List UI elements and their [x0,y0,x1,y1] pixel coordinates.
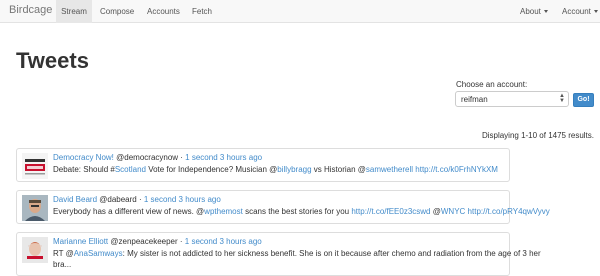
tweet-handle: @dabeard [99,195,137,204]
mention-link[interactable]: samwetherell [366,165,413,174]
brand-logo[interactable]: Birdcage [9,4,52,16]
tweet-text: RT @AnaSamways: My sister is not addicte… [53,249,541,258]
mention-link[interactable]: AnaSamways [74,249,123,258]
tweet-text-part: @ [430,207,441,216]
tweet-author-name[interactable]: David Beard [53,195,97,204]
nav-stream[interactable]: Stream [56,0,92,23]
tweet-author-name[interactable]: Democracy Now! [53,153,114,162]
nav-accounts[interactable]: Accounts [147,0,180,23]
results-summary: Displaying 1-10 of 1475 results. [481,131,594,140]
tweet-timestamp[interactable]: 1 second 3 hours ago [144,195,221,204]
tweet-text-continued: bra... [53,260,72,269]
account-select-label: Choose an account: [456,80,528,89]
tweet-text: Debate: Should #Scotland Vote for Indepe… [53,165,498,174]
mention-link[interactable]: billybragg [277,165,311,174]
mention-link[interactable]: wpthemost [204,207,243,216]
nav-account-label: Account [562,7,591,16]
tweet-handle: @democracynow [116,153,179,162]
tweet-text-part: Debate: Should # [53,165,115,174]
nav-account-dropdown[interactable]: Account [562,0,598,23]
tweet-header: Marianne Elliott @zenpeacekeeper · 1 sec… [53,237,262,246]
nav-about-dropdown[interactable]: About [520,0,548,23]
tweet-text-part: : My sister is not addicted to her sickn… [122,249,541,258]
url-link[interactable]: http://t.co/k0FrhNYkXM [415,165,498,174]
url-link[interactable]: http://t.co/fEE0z3cswd [351,207,430,216]
nav-about-label: About [520,7,541,16]
nav-fetch[interactable]: Fetch [192,0,212,23]
caret-down-icon [543,10,548,14]
navbar: Birdcage Stream Compose Accounts Fetch A… [0,0,600,23]
tweet-header: Democracy Now! @democracynow · 1 second … [53,153,262,162]
account-select-value: reifman [461,95,488,104]
go-button[interactable]: Go! [573,93,594,107]
url-link[interactable]: http://t.co/pRY4qwVyvy [468,207,550,216]
tweet-text-part: Everybody has a different view of news. … [53,207,205,216]
tweet-timestamp[interactable]: 1 second 3 hours ago [185,237,262,246]
tweet-card: David Beard @dabeard · 1 second 3 hours … [16,190,550,224]
caret-down-icon [593,10,598,14]
tweet-author-name[interactable]: Marianne Elliott [53,237,108,246]
select-arrows-icon: ▲ ▼ [559,93,565,104]
tweet-separator: · [136,195,144,204]
democracy-now-avatar [22,153,48,179]
marianne-elliott-avatar [22,237,48,263]
tweet-text: Everybody has a different view of news. … [53,207,550,216]
tweet-text-part: Vote for Independence? Musician @ [145,165,278,174]
david-beard-avatar [22,195,48,221]
tweet-header: David Beard @dabeard · 1 second 3 hours … [53,195,221,204]
mention-link[interactable]: WNYC [441,207,465,216]
tweet-handle: @zenpeacekeeper [110,237,178,246]
tweet-text-part: vs Historian @ [311,165,366,174]
tweet-separator: · [177,237,185,246]
tweet-text-part: scans the best stories for you [242,207,352,216]
tweet-card: Marianne Elliott @zenpeacekeeper · 1 sec… [16,232,541,276]
hashtag-link[interactable]: Scotland [115,165,146,174]
tweet-timestamp[interactable]: 1 second 3 hours ago [185,153,262,162]
tweet-card: Democracy Now! @democracynow · 1 second … [16,148,510,182]
account-select[interactable]: reifman ▲ ▼ [455,91,569,107]
nav-compose[interactable]: Compose [100,0,134,23]
page-title: Tweets [16,48,89,73]
tweet-text-part: RT @ [53,249,74,258]
